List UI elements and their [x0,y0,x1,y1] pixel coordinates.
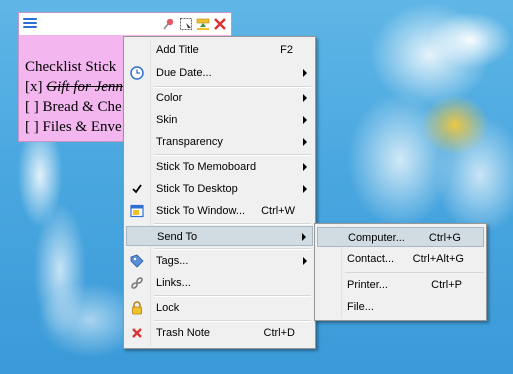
menu-item-stick-to-desktop[interactable]: Stick To Desktop [126,179,313,199]
submenu-item-computer[interactable]: Computer... Ctrl+G [317,227,484,247]
menu-item-shortcut: Ctrl+P [431,279,462,291]
menu-separator [154,248,311,250]
submenu-item-file[interactable]: File... [317,297,484,317]
menu-item-send-to[interactable]: Send To [126,226,313,246]
menu-item-lock[interactable]: Lock [126,298,313,318]
clock-icon [129,65,145,81]
menu-item-skin[interactable]: Skin [126,110,313,130]
submenu-arrow-icon [303,185,307,193]
menu-item-shortcut: F2 [280,44,293,56]
menu-item-label: Send To [157,231,198,243]
menu-separator [154,295,311,297]
send-to-submenu: Computer... Ctrl+G Contact... Ctrl+Alt+G… [314,223,487,321]
note-toolbar [162,16,227,32]
layer-icon[interactable] [196,17,210,31]
menu-item-shortcut: Ctrl+W [261,205,295,217]
menu-item-label: Computer... [348,232,405,244]
close-icon[interactable] [213,17,227,31]
window-icon [129,203,145,219]
tag-icon [129,253,145,269]
pin-icon[interactable] [162,17,176,31]
trash-x-icon [129,325,145,341]
menu-item-label: Color [156,92,183,104]
submenu-arrow-icon [303,163,307,171]
menu-item-label: Stick To Memoboard [156,161,257,173]
menu-item-label: File... [347,301,374,313]
menu-item-label: Trash Note [156,327,211,339]
menu-item-label: Due Date... [156,67,212,79]
menu-item-shortcut: Ctrl+G [428,232,461,244]
menu-item-label: Stick To Window... [156,205,246,217]
submenu-arrow-icon [303,138,307,146]
submenu-item-contact[interactable]: Contact... Ctrl+Alt+G [317,249,484,269]
menu-separator [154,86,311,88]
menu-item-tags[interactable]: Tags... [126,251,313,271]
menu-separator [154,320,311,322]
submenu-arrow-icon [303,69,307,77]
note-body[interactable]: Checklist Stick [x] Gift for Jenn [ ] Br… [25,57,131,137]
menu-separator [154,223,311,225]
menu-item-links[interactable]: Links... [126,273,313,293]
menu-item-label: Printer... [347,279,388,291]
select-icon[interactable] [179,17,193,31]
context-menu: Add Title F2 Due Date... Color Skin Tran… [123,36,316,349]
note-titlebar[interactable] [19,13,231,35]
submenu-arrow-icon [302,233,306,241]
menu-separator [154,154,311,156]
menu-item-shortcut: Ctrl+Alt+G [412,253,464,265]
submenu-arrow-icon [303,257,307,265]
menu-item-label: Stick To Desktop [156,183,238,195]
note-line: Checklist Stick [25,59,117,75]
menu-item-shortcut: Ctrl+D [263,327,295,339]
menu-item-label: Lock [156,302,180,314]
menu-icon[interactable] [23,16,37,30]
menu-item-add-title[interactable]: Add Title F2 [126,40,313,60]
link-icon [129,275,145,291]
menu-item-label: Links... [156,277,191,289]
menu-item-label: Add Title [156,44,199,56]
menu-item-due-date[interactable]: Due Date... [126,63,313,83]
menu-item-transparency[interactable]: Transparency [126,132,313,152]
checkmark-icon [129,181,145,197]
menu-item-color[interactable]: Color [126,88,313,108]
menu-separator [345,272,484,273]
lock-icon [129,300,145,316]
submenu-arrow-icon [303,116,307,124]
menu-item-label: Contact... [347,253,395,265]
note-line: [ ] Bread & Che [25,99,122,115]
note-line: [ ] Files & Enve [25,119,122,135]
submenu-arrow-icon [303,94,307,102]
menu-item-stick-to-window[interactable]: Stick To Window... Ctrl+W [126,201,313,221]
submenu-item-printer[interactable]: Printer... Ctrl+P [317,275,484,295]
menu-item-label: Skin [156,114,178,126]
note-line: [x] Gift for Jenn [25,79,123,95]
menu-item-trash-note[interactable]: Trash Note Ctrl+D [126,323,313,343]
menu-item-stick-to-memoboard[interactable]: Stick To Memoboard [126,157,313,177]
menu-item-label: Transparency [156,136,223,148]
menu-item-label: Tags... [156,255,189,267]
